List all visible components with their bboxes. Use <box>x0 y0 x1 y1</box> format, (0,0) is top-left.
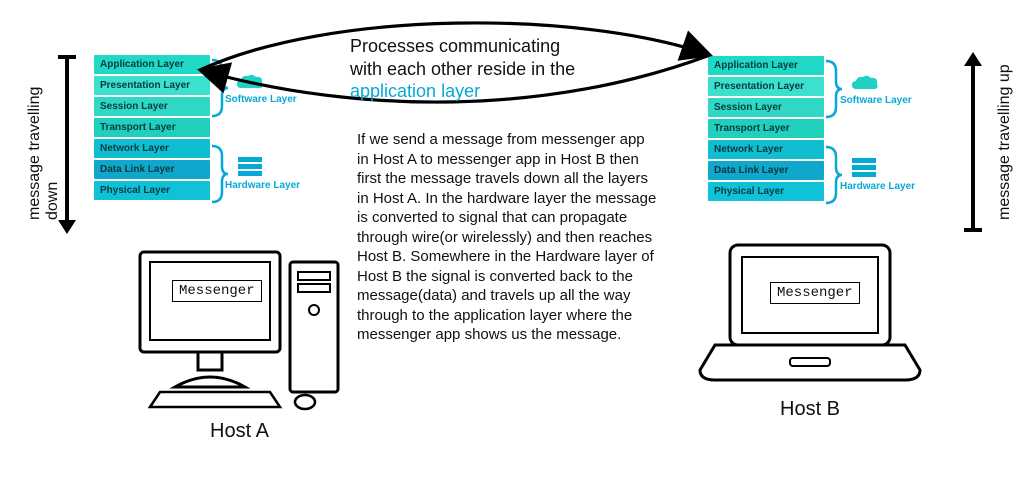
server-icon <box>238 157 262 177</box>
left-travel-label: message travelling down <box>26 60 62 220</box>
brace-hardware-right-icon <box>824 145 844 205</box>
desktop-computer-icon <box>120 232 350 412</box>
osi-layer: Data Link Layer <box>94 160 210 179</box>
osi-layer: Transport Layer <box>708 119 824 138</box>
osi-layer: Transport Layer <box>94 118 210 137</box>
headline-accent: application layer <box>350 81 480 101</box>
cloud-icon <box>850 74 880 94</box>
osi-layer: Data Link Layer <box>708 161 824 180</box>
right-travel-label: message travelling up <box>996 60 1014 220</box>
headline-line1: Processes communicating <box>350 36 560 56</box>
host-b-label: Host B <box>780 398 840 421</box>
hardware-anno-right: Hardware Layer <box>840 181 915 192</box>
osi-layer: Network Layer <box>708 140 824 159</box>
host-a-label: Host A <box>210 420 269 443</box>
arrow-down-icon <box>58 52 76 232</box>
software-anno-right: Software Layer <box>840 95 912 106</box>
explanation-text: If we send a message from messenger app … <box>357 130 657 345</box>
diagram-canvas: message travelling down message travelli… <box>0 0 1024 502</box>
headline-text: Processes communicating with each other … <box>350 35 670 103</box>
laptop-icon <box>690 230 930 390</box>
app-label-host-b: Messenger <box>770 282 860 304</box>
app-label-host-a: Messenger <box>172 280 262 302</box>
hardware-anno-left: Hardware Layer <box>225 180 300 191</box>
osi-layer: Network Layer <box>94 139 210 158</box>
brace-software-right-icon <box>824 59 844 119</box>
arrow-up-icon <box>964 52 982 232</box>
headline-line2: with each other reside in the <box>350 59 575 79</box>
osi-layer: Physical Layer <box>708 182 824 201</box>
brace-hardware-left-icon <box>210 144 230 204</box>
osi-layer: Physical Layer <box>94 181 210 200</box>
server-icon <box>852 158 876 178</box>
